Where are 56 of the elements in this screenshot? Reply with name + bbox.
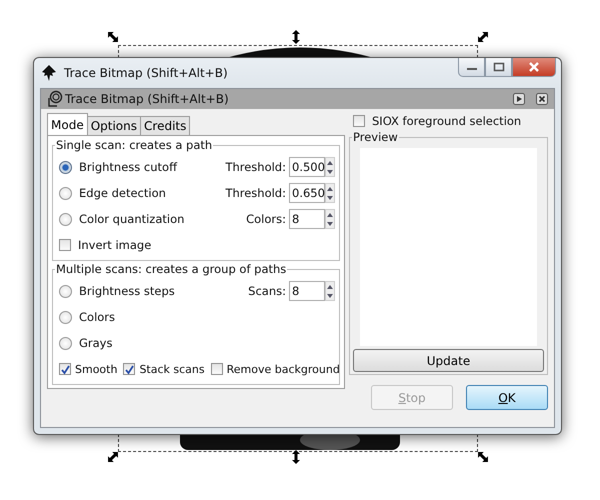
spin-arrows-icon[interactable] — [325, 157, 335, 177]
radio-button[interactable] — [59, 310, 72, 324]
diagonal-resize-handle-icon[interactable] — [106, 450, 120, 464]
option-label: Stack scans — [139, 362, 205, 376]
option-label: Brightness cutoff — [79, 160, 177, 174]
spin-arrows-icon[interactable] — [325, 183, 335, 203]
maximize-button[interactable] — [485, 58, 512, 77]
option-label: Edge detection — [79, 186, 166, 200]
radio-button[interactable] — [59, 186, 72, 200]
checkbox[interactable] — [353, 115, 365, 127]
checkbox[interactable] — [59, 363, 71, 375]
option-label: Invert image — [78, 238, 152, 252]
field-label: Threshold: — [225, 160, 286, 174]
option-label: SIOX foreground selection — [372, 114, 522, 128]
option-label: Colors — [79, 310, 116, 324]
dialog-button[interactable]: OK — [466, 385, 548, 410]
spin-field[interactable]: 0.650 — [289, 183, 325, 203]
tab[interactable]: Options — [86, 116, 142, 135]
option-label: Remove background — [226, 362, 340, 376]
panel-title: Trace Bitmap (Shift+Alt+B) — [65, 92, 229, 106]
option-label: Brightness steps — [79, 284, 175, 298]
option-label: Color quantization — [79, 212, 184, 226]
option-label: Smooth — [75, 362, 118, 376]
diagonal-resize-handle-icon[interactable] — [476, 30, 490, 44]
option-label: Grays — [79, 336, 112, 350]
group-title: Single scan: creates a path — [55, 138, 214, 152]
diagonal-resize-handle-icon[interactable] — [476, 450, 490, 464]
tab[interactable]: Credits — [140, 116, 190, 135]
window-title: Trace Bitmap (Shift+Alt+B) — [64, 66, 228, 80]
radio-button[interactable] — [59, 160, 72, 174]
spin-field[interactable]: 8 — [289, 209, 325, 229]
update-button[interactable]: Update — [353, 349, 544, 372]
close-button[interactable] — [512, 58, 556, 77]
diagonal-resize-handle-icon[interactable] — [106, 30, 120, 44]
field-label: Scans: — [248, 284, 286, 298]
play-icon[interactable] — [513, 93, 525, 105]
spin-arrows-icon[interactable] — [325, 209, 335, 229]
tab[interactable]: Mode — [47, 113, 88, 135]
spin-field[interactable]: 0.500 — [289, 157, 325, 177]
group-title: Multiple scans: creates a group of paths — [55, 262, 288, 276]
maximize-icon — [492, 62, 504, 72]
field-label: Colors: — [246, 212, 286, 226]
app-logo-icon — [40, 64, 58, 82]
field-label: Threshold: — [225, 186, 286, 200]
radio-button[interactable] — [59, 284, 72, 298]
radio-button[interactable] — [59, 336, 72, 350]
checkbox[interactable] — [59, 239, 71, 251]
spin-field[interactable]: 8 — [289, 281, 325, 301]
close-icon — [527, 62, 541, 72]
spin-arrows-icon[interactable] — [325, 281, 335, 301]
checkbox[interactable] — [210, 363, 223, 375]
radio-button[interactable] — [59, 212, 72, 226]
group-title: Preview — [352, 130, 399, 144]
checkbox[interactable] — [123, 363, 136, 375]
close-icon[interactable] — [536, 93, 548, 105]
minimize-button[interactable] — [458, 58, 485, 77]
